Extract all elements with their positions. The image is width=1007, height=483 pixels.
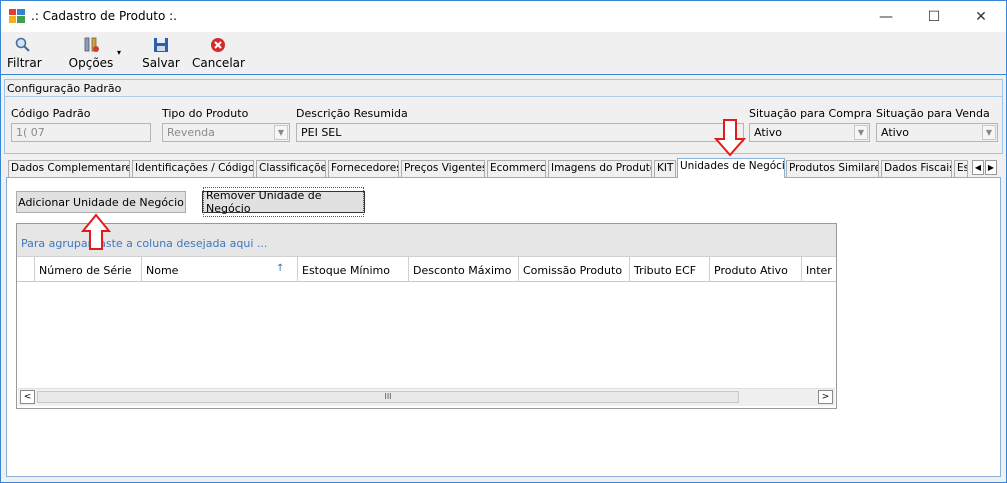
opcoes-label: Opções (68, 56, 114, 70)
sit-compra-value: Ativo (754, 126, 782, 139)
tipo-combo[interactable]: Revenda ▼ (162, 123, 290, 142)
config-group-title: Configuração Padrão (7, 82, 122, 95)
col-nome[interactable]: Nome ↑ (142, 257, 298, 281)
remove-unidade-button[interactable]: Remover Unidade de Negócio (202, 187, 365, 217)
grid-header: Número de Série Nome ↑ Estoque Mínimo De… (17, 257, 836, 282)
codigo-label: Código Padrão (11, 107, 91, 120)
tab-precos-vigentes[interactable]: Preços Vigentes (401, 160, 485, 177)
main-window: .: Cadastro de Produto :. — ☐ ✕ Filtrar … (0, 0, 1007, 483)
magnifier-icon (15, 37, 30, 52)
scroll-right-icon[interactable]: > (818, 390, 833, 404)
col-inter[interactable]: Inter (802, 257, 836, 281)
config-group: Configuração Padrão Código Padrão 1( 07 … (4, 79, 1003, 154)
salvar-button[interactable]: Salvar (141, 34, 181, 72)
sort-ascending-icon: ↑ (276, 263, 285, 274)
tab-produtos-similares[interactable]: Produtos Similares (786, 160, 879, 177)
col-numero-serie[interactable]: Número de Série (35, 257, 142, 281)
tab-strip: Dados Complementares Identificações / Có… (8, 158, 1003, 178)
col-estoque-minimo[interactable]: Estoque Mínimo (298, 257, 409, 281)
minimize-button[interactable]: — (863, 1, 909, 32)
col-tributo-ecf[interactable]: Tributo ECF (630, 257, 710, 281)
remove-unidade-label: Remover Unidade de Negócio (203, 187, 364, 217)
cancelar-button[interactable]: Cancelar (192, 34, 245, 72)
add-unidade-button[interactable]: Adicionar Unidade de Negócio (16, 191, 186, 213)
group-by-panel[interactable]: Para agrupar, aste a coluna desejada aqu… (17, 224, 836, 257)
sit-compra-combo[interactable]: Ativo ▼ (749, 123, 870, 142)
tab-scroll-right-icon[interactable]: ▶ (985, 160, 997, 175)
chevron-down-icon[interactable]: ▼ (854, 125, 868, 140)
row-indicator-header (17, 257, 35, 281)
window-title: .: Cadastro de Produto :. (31, 9, 177, 23)
save-icon (154, 38, 168, 52)
tab-classificacoes[interactable]: Classificações (256, 160, 326, 177)
col-comissao-produto[interactable]: Comissão Produto (519, 257, 630, 281)
col-nome-label: Nome (146, 264, 179, 277)
unidades-grid[interactable]: Para agrupar, aste a coluna desejada aqu… (16, 223, 837, 409)
maximize-button[interactable]: ☐ (911, 1, 957, 32)
tab-dados-fiscais[interactable]: Dados Fiscais (881, 160, 952, 177)
add-unidade-label: Adicionar Unidade de Negócio (18, 195, 184, 209)
annotation-arrow-up-icon (81, 213, 111, 250)
tipo-label: Tipo do Produto (162, 107, 249, 120)
filtrar-button[interactable]: Filtrar (7, 34, 42, 72)
tipo-value: Revenda (167, 126, 215, 139)
cancelar-label: Cancelar (192, 56, 245, 70)
sit-venda-value: Ativo (881, 126, 909, 139)
group-by-hint: Para agrupar, aste a coluna desejada aqu… (21, 237, 268, 250)
col-desconto-maximo[interactable]: Desconto Máximo (409, 257, 519, 281)
tab-fornecedores[interactable]: Fornecedores (328, 160, 399, 177)
tab-scroll-left-icon[interactable]: ◀ (972, 160, 984, 175)
tab-identificacoes[interactable]: Identificações / Códigos (132, 160, 254, 177)
scrollbar-thumb[interactable]: III (37, 391, 739, 403)
chevron-down-icon[interactable]: ▼ (274, 125, 288, 140)
opcoes-button[interactable]: Opções ▾ (53, 34, 129, 72)
horizontal-scrollbar[interactable]: < III > (18, 388, 835, 406)
title-bar: .: Cadastro de Produto :. — ☐ ✕ (1, 1, 1006, 32)
app-icon (9, 9, 25, 23)
descricao-label: Descrição Resumida (296, 107, 408, 120)
toolbar: Filtrar Opções ▾ Salvar Cancelar (1, 32, 1006, 74)
salvar-label: Salvar (142, 56, 180, 70)
toolbar-divider (1, 74, 1006, 75)
annotation-arrow-down-icon (714, 119, 746, 157)
codigo-field[interactable]: 1( 07 (11, 123, 151, 142)
descricao-field[interactable]: PEI SEL (296, 123, 744, 142)
scroll-left-icon[interactable]: < (20, 390, 35, 404)
tab-dados-complementares[interactable]: Dados Complementares (8, 160, 130, 177)
sit-venda-combo[interactable]: Ativo ▼ (876, 123, 998, 142)
chevron-down-icon[interactable]: ▼ (982, 125, 996, 140)
col-produto-ativo[interactable]: Produto Ativo (710, 257, 802, 281)
tab-unidades-negocio[interactable]: Unidades de Negócio (677, 158, 785, 178)
sit-venda-label: Situação para Venda (876, 107, 990, 120)
tab-ecommerce[interactable]: Ecommerce (487, 160, 546, 177)
group-divider (5, 96, 1002, 97)
tools-icon (84, 37, 99, 52)
sit-compra-label: Situação para Compra (749, 107, 872, 120)
tab-kit[interactable]: KIT (654, 160, 676, 177)
cancel-icon (211, 38, 225, 52)
tab-imagens-produto[interactable]: Imagens do Produto (548, 160, 652, 177)
close-window-button[interactable]: ✕ (958, 1, 1004, 32)
filtrar-label: Filtrar (7, 56, 42, 70)
dropdown-arrow-icon: ▾ (117, 48, 122, 57)
tab-es[interactable]: Es (954, 160, 968, 177)
